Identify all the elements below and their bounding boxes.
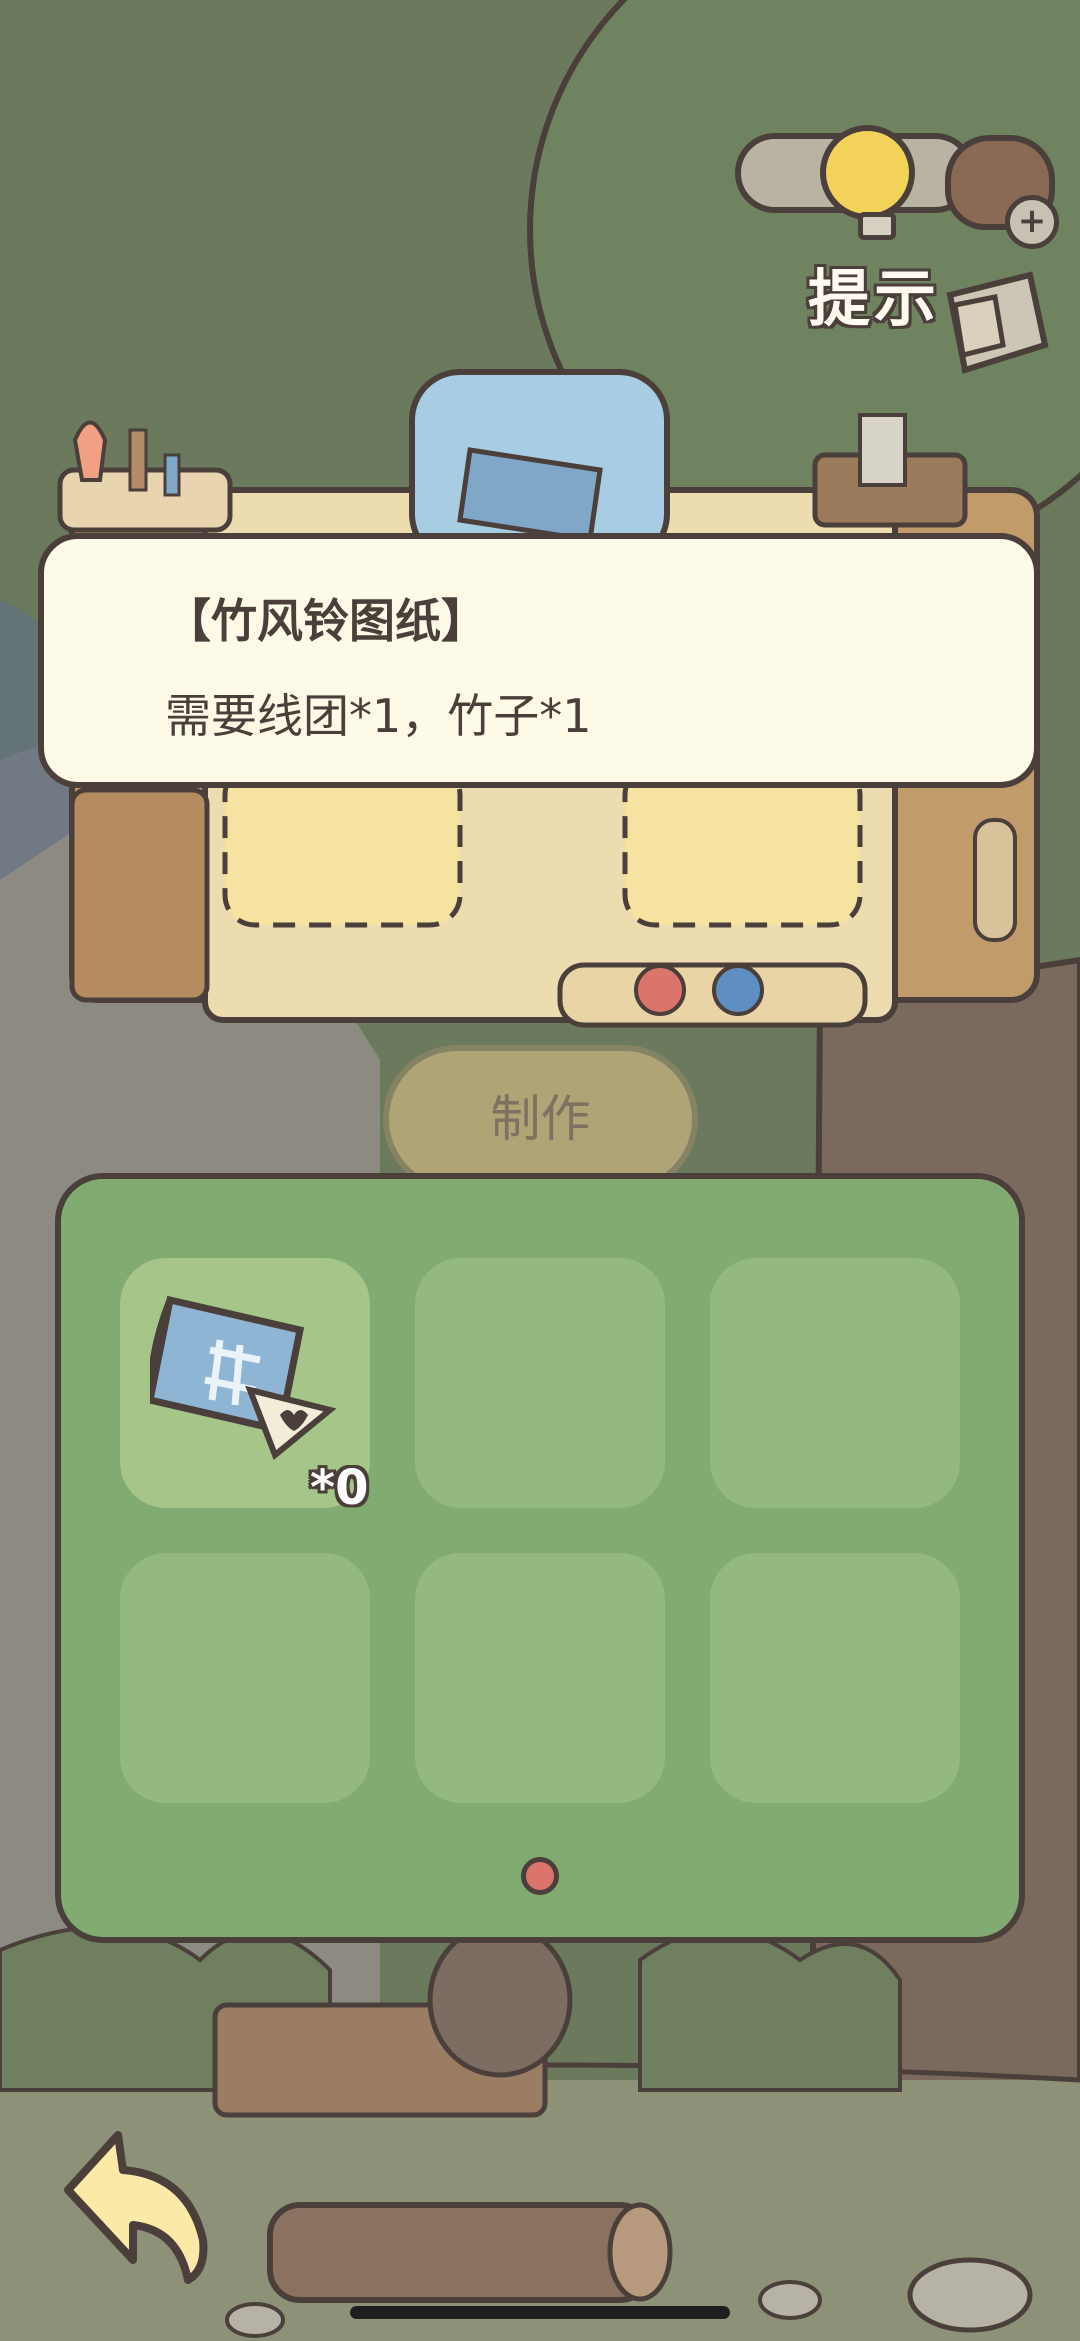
item-count: *0 — [310, 1460, 369, 1516]
home-indicator[interactable] — [350, 2306, 730, 2319]
page-indicator-dot — [521, 1857, 559, 1895]
lightbulb-icon — [820, 125, 915, 220]
bamboo-windchime-blueprint-icon — [150, 1295, 337, 1460]
make-button-label[interactable]: 制作 — [383, 1045, 698, 1193]
tooltip-description: 需要线团*1，竹子*1 — [165, 689, 592, 743]
hint-label[interactable]: 提示 — [808, 248, 940, 338]
inventory-slot-2[interactable] — [415, 1258, 665, 1508]
scroll-note-icon — [946, 271, 1049, 374]
item-tooltip — [38, 533, 1040, 788]
inventory-slot-6[interactable] — [710, 1553, 960, 1803]
inventory-slot-5[interactable] — [415, 1553, 665, 1803]
tooltip-title: 【竹风铃图纸】 — [165, 594, 487, 648]
inventory-slot-3[interactable] — [710, 1258, 960, 1508]
plus-icon[interactable]: + — [1005, 195, 1059, 249]
inventory-slot-4[interactable] — [120, 1553, 370, 1803]
lightbulb-base — [858, 212, 896, 240]
back-arrow-icon[interactable] — [38, 2120, 213, 2285]
